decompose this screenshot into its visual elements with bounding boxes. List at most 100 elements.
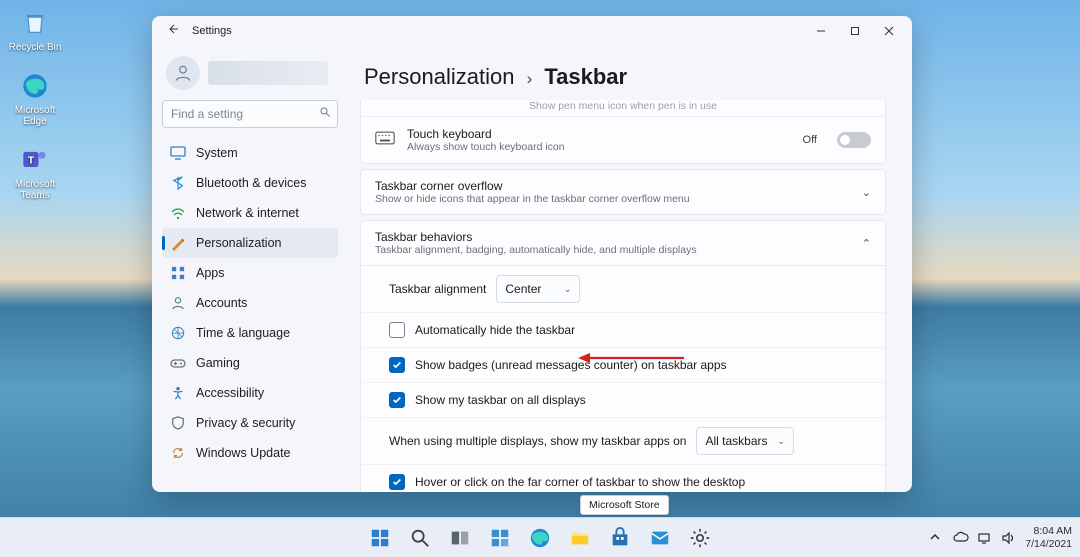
maximize-icon xyxy=(850,26,860,36)
nav-label: Privacy & security xyxy=(196,416,295,430)
multi-dropdown[interactable]: All taskbars ⌄ xyxy=(696,427,794,455)
close-icon xyxy=(884,26,894,36)
close-button[interactable] xyxy=(872,17,906,45)
expander-title: Taskbar corner overflow xyxy=(375,179,862,193)
tray-overflow-chevron[interactable] xyxy=(929,531,943,545)
search-icon xyxy=(319,106,331,121)
nav-privacy[interactable]: Privacy & security xyxy=(162,408,338,438)
mail-icon xyxy=(649,527,671,549)
desktop-icon-label: Microsoft Edge xyxy=(15,105,56,127)
nav-bluetooth[interactable]: Bluetooth & devices xyxy=(162,168,338,198)
nav-label: Network & internet xyxy=(196,206,299,220)
nav-time-language[interactable]: Time & language xyxy=(162,318,338,348)
desktop-icon-label: Recycle Bin xyxy=(9,42,62,53)
search-input[interactable] xyxy=(162,100,338,128)
nav-apps[interactable]: Apps xyxy=(162,258,338,288)
multi-label: When using multiple displays, show my ta… xyxy=(389,434,686,448)
nav-label: Personalization xyxy=(196,236,281,250)
taskbar-edge[interactable] xyxy=(523,521,557,555)
overflow-header[interactable]: Taskbar corner overflow Show or hide ico… xyxy=(361,170,885,214)
auto-hide-checkbox[interactable] xyxy=(389,322,405,338)
minimize-icon xyxy=(816,26,826,36)
nav-system[interactable]: System xyxy=(162,138,338,168)
tray-clock[interactable]: 8:04 AM 7/14/2021 xyxy=(1025,525,1072,549)
touch-keyboard-toggle[interactable] xyxy=(837,132,871,148)
network-tray-icon[interactable] xyxy=(977,531,991,545)
auto-hide-row: Automatically hide the taskbar xyxy=(361,312,885,347)
setting-subtitle: Always show touch keyboard icon xyxy=(407,141,791,153)
nav-gaming[interactable]: Gaming xyxy=(162,348,338,378)
breadcrumb-parent[interactable]: Personalization xyxy=(364,64,514,89)
badges-label: Show badges (unread messages counter) on… xyxy=(415,358,727,372)
hover-corner-checkbox[interactable] xyxy=(389,474,405,490)
alignment-label: Taskbar alignment xyxy=(389,282,486,296)
dropdown-value: All taskbars xyxy=(705,434,767,448)
back-button[interactable] xyxy=(162,22,184,40)
personalization-icon xyxy=(170,235,186,251)
taskbar-explorer[interactable] xyxy=(563,521,597,555)
nav-accounts[interactable]: Accounts xyxy=(162,288,338,318)
nav-label: Gaming xyxy=(196,356,240,370)
expander-title: Taskbar behaviors xyxy=(375,230,862,244)
window-title: Settings xyxy=(192,25,232,37)
nav-accessibility[interactable]: Accessibility xyxy=(162,378,338,408)
account-header[interactable] xyxy=(162,52,338,100)
system-tray: 8:04 AM 7/14/2021 xyxy=(929,525,1072,549)
onedrive-icon[interactable] xyxy=(953,531,967,545)
hover-corner-row: Hover or click on the far corner of task… xyxy=(361,464,885,492)
breadcrumb-current: Taskbar xyxy=(544,64,627,89)
task-view-button[interactable] xyxy=(443,521,477,555)
multi-displays-row: When using multiple displays, show my ta… xyxy=(361,417,885,464)
desktop-icon-edge[interactable]: Microsoft Edge xyxy=(4,69,66,127)
desktop-icon-recycle-bin[interactable]: Recycle Bin xyxy=(4,6,66,53)
system-icon xyxy=(170,145,186,161)
sidebar: System Bluetooth & devices Network & int… xyxy=(152,46,348,492)
alignment-row: Taskbar alignment Center ⌄ xyxy=(361,266,885,312)
search-button[interactable] xyxy=(403,521,437,555)
overflow-expander: Taskbar corner overflow Show or hide ico… xyxy=(360,169,886,215)
widgets-icon xyxy=(489,527,511,549)
volume-tray-icon[interactable] xyxy=(1001,531,1015,545)
store-icon xyxy=(609,527,631,549)
nav-windows-update[interactable]: Windows Update xyxy=(162,438,338,468)
widgets-button[interactable] xyxy=(483,521,517,555)
content-area: Personalization › Taskbar Show pen menu … xyxy=(348,46,912,492)
settings-window: Settings System Bluetooth & devices Netw… xyxy=(152,16,912,492)
accounts-icon xyxy=(170,295,186,311)
dropdown-value: Center xyxy=(505,282,541,296)
nav-label: Accessibility xyxy=(196,386,264,400)
hover-corner-label: Hover or click on the far corner of task… xyxy=(415,475,745,489)
nav-network[interactable]: Network & internet xyxy=(162,198,338,228)
maximize-button[interactable] xyxy=(838,17,872,45)
alignment-dropdown[interactable]: Center ⌄ xyxy=(496,275,580,303)
all-displays-label: Show my taskbar on all displays xyxy=(415,393,586,407)
truncated-prev-row: Show pen menu icon when pen is in use xyxy=(361,100,885,112)
avatar-icon xyxy=(166,56,200,90)
desktop-icon-label: Microsoft Teams xyxy=(15,179,56,201)
search-box[interactable] xyxy=(162,100,338,128)
desktop-icon-teams[interactable]: T Microsoft Teams xyxy=(4,143,66,201)
all-displays-checkbox[interactable] xyxy=(389,392,405,408)
badges-checkbox[interactable] xyxy=(389,357,405,373)
start-button[interactable] xyxy=(363,521,397,555)
behaviors-header[interactable]: Taskbar behaviors Taskbar alignment, bad… xyxy=(361,221,885,265)
recycle-bin-icon xyxy=(18,6,52,40)
nav-label: Time & language xyxy=(196,326,290,340)
wifi-icon xyxy=(170,205,186,221)
chevron-down-icon: ⌄ xyxy=(862,186,871,199)
bluetooth-icon xyxy=(170,175,186,191)
gear-icon xyxy=(689,527,711,549)
tray-date: 7/14/2021 xyxy=(1025,538,1072,550)
nav-label: Windows Update xyxy=(196,446,291,460)
chevron-down-icon: ⌄ xyxy=(778,436,786,447)
nav-personalization[interactable]: Personalization xyxy=(162,228,338,258)
taskbar-tooltip: Microsoft Store xyxy=(580,495,669,515)
taskbar-store[interactable] xyxy=(603,521,637,555)
taskbar-mail[interactable] xyxy=(643,521,677,555)
nav-label: System xyxy=(196,146,238,160)
accessibility-icon xyxy=(170,385,186,401)
taskbar: 8:04 AM 7/14/2021 xyxy=(0,517,1080,557)
titlebar: Settings xyxy=(152,16,912,46)
minimize-button[interactable] xyxy=(804,17,838,45)
taskbar-settings[interactable] xyxy=(683,521,717,555)
